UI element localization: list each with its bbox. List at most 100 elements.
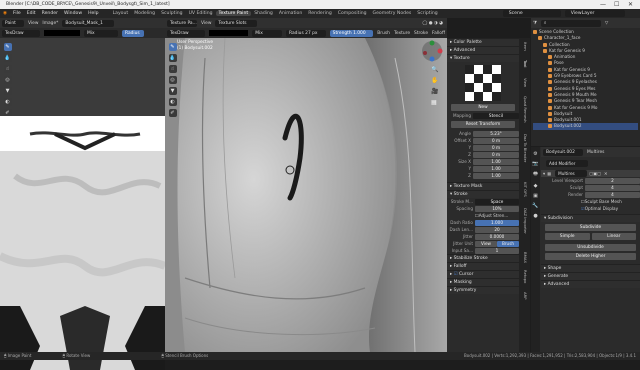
offset-x-field[interactable]: 0 m [473,137,519,144]
image-menu-image[interactable]: Image* [40,21,60,26]
modifier-close-icon[interactable]: ✕ [601,171,608,176]
section-stroke[interactable]: ▾ Stroke [447,190,519,198]
draw-tool-icon[interactable]: ✎ [3,43,12,51]
image-blend-selector[interactable]: Mix [84,29,118,37]
sculpt-level-field[interactable]: 4 [585,184,640,191]
size-z-field[interactable]: 1.00 [473,172,519,179]
size-x-field[interactable]: 1.00 [473,158,519,165]
linear-button[interactable]: Linear [591,233,636,240]
pan-hand-icon[interactable]: ✋ [431,77,438,84]
modifier-visibility-icons[interactable]: ▢▣▢ [589,171,601,176]
section-generate[interactable]: ▸ Generate [541,272,640,280]
viewport-annotate-tool-icon[interactable]: ✐ [168,109,177,117]
simple-button[interactable]: Simple [545,233,590,240]
section-texture[interactable]: ▾ Texture [447,54,519,62]
image-mode-selector[interactable]: Paint [2,19,24,27]
tab-retopo[interactable]: Retopo [523,270,528,283]
viewport-soften-tool-icon[interactable]: 💧 [168,54,177,62]
sculpt-model-render[interactable] [165,38,447,352]
view-layer-selector[interactable]: ViewLayer [564,10,625,17]
properties-object-field[interactable]: Bodysuit.002 [543,148,583,156]
subdivide-button[interactable]: Subdivide [545,224,636,231]
outliner-search-input[interactable]: ⌕ [540,19,601,27]
section-color-palette[interactable]: ▸ Color Palette [447,38,519,46]
material-props-icon[interactable]: ● [533,213,537,219]
3d-viewport[interactable]: Texture Pa... View Texture Slots ◯ ● ◑ ◕… [165,18,447,352]
viewport-clone-tool-icon[interactable]: ◎ [168,76,177,84]
section-subdivision[interactable]: ▾ Subdivision [541,214,640,222]
object-props-icon[interactable]: ▣ [533,193,538,199]
tool-props-icon[interactable]: ⚙ [533,151,537,157]
maximize-button[interactable]: ☐ [614,0,619,9]
tab-view[interactable]: View [523,78,528,87]
add-modifier-button[interactable]: Add Modifier [546,160,588,167]
viewport-shading-icons[interactable]: ◯ ● ◑ ◕ [422,21,447,26]
image-brush-selector[interactable]: TexDraw [2,29,40,37]
zoom-icon[interactable]: 🔍 [431,66,438,73]
tab-daz-to-blender[interactable]: Daz To Blender [523,134,528,162]
section-masking[interactable]: ▸ Masking [447,278,519,286]
navigation-gizmo[interactable] [421,40,443,62]
menu-help[interactable]: Help [85,11,101,16]
workspace-tab-scripting[interactable]: Scripting [414,11,440,16]
image-menu-view[interactable]: View [26,21,40,26]
level-viewport-field[interactable]: 2 [585,177,640,184]
tab-daz-importer[interactable]: DAZ Importer [523,208,528,234]
section-advanced-props[interactable]: ▸ Advanced [541,280,640,288]
outliner-funnel-icon[interactable]: ▽ [603,21,610,26]
image-name-field[interactable]: Bodysuit_Mask_1 [62,19,115,27]
workspace-tab-shading[interactable]: Shading [251,11,276,16]
menu-edit[interactable]: Edit [24,11,39,16]
texture-preview[interactable] [465,65,501,101]
jitter-unit-brush-button[interactable]: Brush [497,240,519,247]
offset-z-field[interactable]: 0 m [473,151,519,158]
size-y-field[interactable]: 1.00 [473,165,519,172]
stroke-menu[interactable]: Stroke [412,31,430,36]
offset-y-field[interactable]: 0 m [473,144,519,151]
section-shape[interactable]: ▸ Shape [541,264,640,272]
jitter-field[interactable]: 0.0000 [475,233,519,240]
falloff-menu[interactable]: Falloff [430,31,447,36]
section-stabilize-stroke[interactable]: ▸ Stabilize Stroke [447,254,519,262]
workspace-tab-uv-editing[interactable]: UV Editing [186,11,216,16]
workspace-tab-modeling[interactable]: Modeling [131,11,158,16]
viewport-radius-field[interactable]: Radius 27 px [286,29,326,37]
camera-icon[interactable]: 🎥 [431,88,438,95]
scene-props-icon[interactable]: ◆ [534,183,538,189]
tab-item[interactable]: Item [523,42,528,51]
texture-menu[interactable]: Texture [392,31,412,36]
blender-logo-icon[interactable]: ◉ [0,11,10,16]
workspace-tab-geometry-nodes[interactable]: Geometry Nodes [370,11,415,16]
delete-higher-button[interactable]: Delete Higher [545,253,636,260]
workspace-tab-texture-paint[interactable]: Texture Paint [215,11,252,16]
viewport-smear-tool-icon[interactable]: ☝ [168,65,177,73]
image-brush-color-swatch[interactable] [44,30,80,36]
tab-kit-ops[interactable]: KIT OPS [523,182,528,197]
viewport-mask-tool-icon[interactable]: ◐ [168,98,177,106]
viewport-strength-field[interactable]: Strength 1.000 [329,29,374,37]
dash-ratio-field[interactable]: 1.000 [475,219,519,226]
unsubdivide-button[interactable]: Unsubdivide [545,244,636,251]
minimize-button[interactable]: — [600,0,606,9]
reset-transform-button[interactable]: Reset Transform [451,121,515,128]
texture-slots-selector[interactable]: Texture Slots [215,19,258,27]
stroke-method-dropdown[interactable]: Space [475,198,519,205]
brush-menu[interactable]: Brush [375,31,392,36]
render-props-icon[interactable]: 📷 [532,161,538,167]
workspace-tab-rendering[interactable]: Rendering [305,11,334,16]
modifier-props-icon[interactable]: 🔧 [532,203,538,209]
viewport-fill-tool-icon[interactable]: ▼ [168,87,177,95]
mapping-dropdown[interactable]: Stencil [473,112,519,119]
input-samples-field[interactable]: 1 [475,247,519,254]
section-falloff[interactable]: ▸ Falloff [447,262,519,270]
viewport-draw-tool-icon[interactable]: ✎ [168,43,177,51]
tab-tool[interactable]: Tool [523,60,528,67]
scene-selector[interactable]: Scene [502,10,561,17]
tab-bmax[interactable]: BMAX [523,252,528,263]
spacing-field[interactable]: 10% [475,205,519,212]
section-symmetry[interactable]: ▸ Symmetry [447,286,519,294]
dash-length-field[interactable]: 20 [475,226,519,233]
grid-view-icon[interactable]: ▦ [431,99,438,106]
menu-window[interactable]: Window [61,11,85,16]
section-cursor[interactable]: ▸ ☑ Cursor [447,270,519,278]
